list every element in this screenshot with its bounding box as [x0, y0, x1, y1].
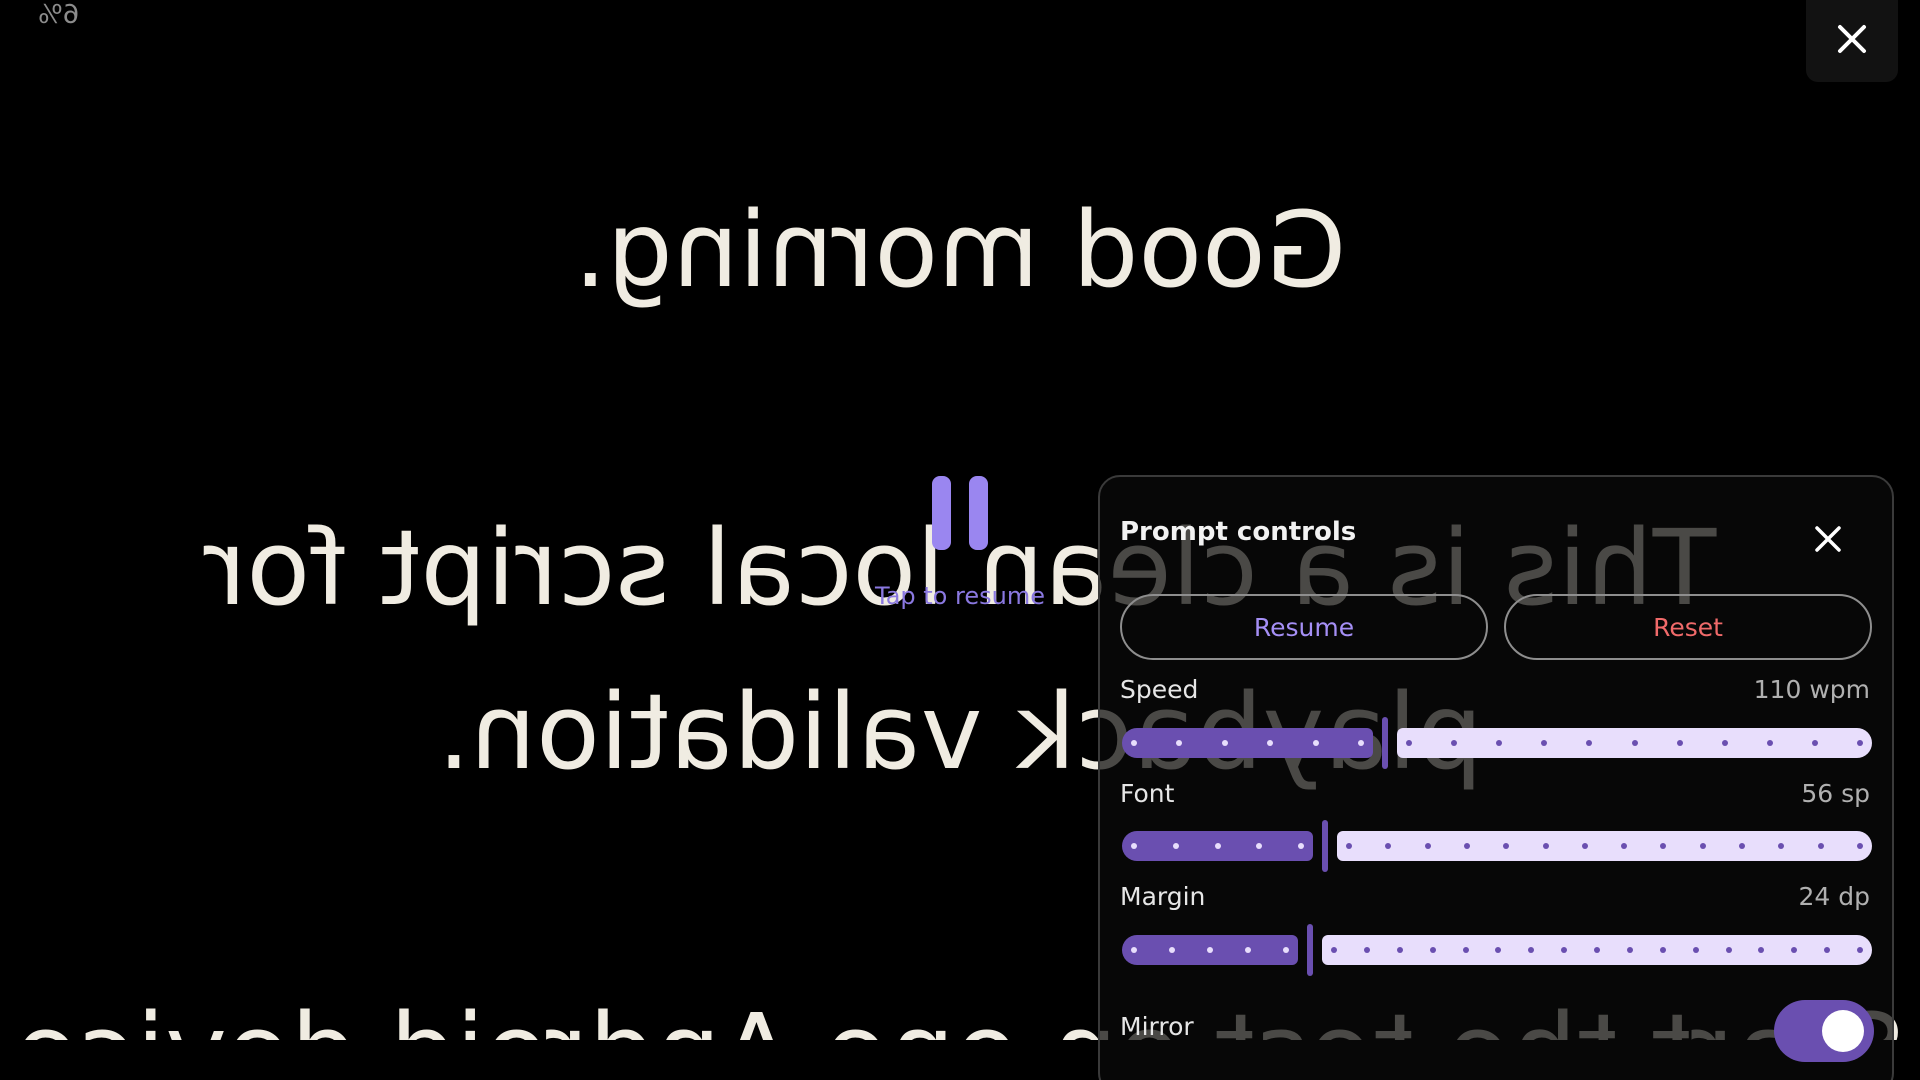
font-slider[interactable]	[1122, 820, 1872, 872]
slider-tick	[1676, 740, 1683, 746]
slider-tick	[1857, 947, 1863, 953]
mirror-toggle[interactable]	[1774, 1000, 1874, 1062]
slider-tick	[1811, 740, 1818, 746]
slider-tick	[1207, 947, 1213, 953]
tap-to-resume-hint[interactable]: Tap to resume	[870, 582, 1050, 610]
slider-active-track	[1122, 728, 1373, 758]
font-value: 56 sp	[1801, 779, 1870, 808]
slider-tick	[1358, 740, 1364, 746]
slider-tick	[1721, 740, 1728, 746]
slider-tick	[1621, 843, 1628, 849]
prompt-controls-panel: Prompt controls Resume Reset Speed 110 w…	[1098, 475, 1894, 1080]
slider-tick	[1451, 740, 1458, 746]
slider-tick	[1385, 843, 1392, 849]
panel-title: Prompt controls	[1120, 517, 1357, 547]
speed-value: 110 wpm	[1753, 675, 1870, 704]
slider-tick	[1283, 947, 1289, 953]
slider-active-track	[1122, 831, 1313, 861]
margin-value: 24 dp	[1798, 882, 1871, 911]
slider-thumb[interactable]	[1307, 924, 1313, 976]
slider-tick	[1221, 740, 1228, 746]
slider-tick	[1363, 947, 1370, 953]
slider-tick	[1176, 740, 1183, 746]
reset-button[interactable]: Reset	[1504, 594, 1872, 660]
slider-tick	[1256, 843, 1263, 849]
pause-bar	[932, 476, 951, 550]
slider-tick	[1172, 843, 1179, 849]
slider-tick	[1631, 740, 1638, 746]
pause-icon[interactable]	[932, 476, 988, 550]
slider-active-track	[1122, 935, 1298, 965]
slider-thumb[interactable]	[1382, 717, 1388, 769]
speed-label: Speed	[1120, 675, 1199, 704]
slider-tick	[1131, 843, 1137, 849]
slider-tick	[1758, 947, 1765, 953]
slider-tick	[1346, 843, 1352, 849]
slider-tick	[1245, 947, 1251, 953]
slider-tick	[1495, 947, 1502, 953]
slider-tick	[1424, 843, 1431, 849]
slider-tick	[1496, 740, 1503, 746]
slider-tick	[1817, 843, 1824, 849]
slider-inactive-track	[1397, 728, 1872, 758]
slider-tick	[1692, 947, 1699, 953]
slider-tick	[1581, 843, 1588, 849]
slider-tick	[1824, 947, 1831, 953]
slider-tick	[1660, 843, 1667, 849]
font-label: Font	[1120, 779, 1175, 808]
slider-tick	[1406, 740, 1412, 746]
slider-tick	[1542, 843, 1549, 849]
slider-tick	[1699, 843, 1706, 849]
teleprompter-screen[interactable]: Good morning. This is a clean local scri…	[0, 0, 1920, 1080]
script-line: Good morning.	[573, 189, 1347, 311]
slider-tick	[1528, 947, 1535, 953]
panel-close-button[interactable]	[1806, 519, 1850, 563]
margin-label: Margin	[1120, 882, 1206, 911]
slider-tick	[1429, 947, 1436, 953]
toggle-knob	[1822, 1010, 1864, 1052]
slider-tick	[1541, 740, 1548, 746]
slider-tick	[1396, 947, 1403, 953]
slider-tick	[1131, 740, 1137, 746]
slider-tick	[1298, 843, 1304, 849]
close-button[interactable]	[1806, 0, 1898, 82]
slider-tick	[1626, 947, 1633, 953]
slider-tick	[1463, 843, 1470, 849]
slider-tick	[1725, 947, 1732, 953]
margin-slider[interactable]	[1122, 924, 1872, 976]
slider-tick	[1462, 947, 1469, 953]
slider-tick	[1857, 843, 1863, 849]
slider-inactive-track	[1322, 935, 1872, 965]
slider-tick	[1791, 947, 1798, 953]
slider-tick	[1312, 740, 1319, 746]
slider-tick	[1857, 740, 1863, 746]
mirror-label: Mirror	[1120, 1012, 1194, 1041]
pause-bar	[969, 476, 988, 550]
slider-tick	[1586, 740, 1593, 746]
slider-tick	[1131, 947, 1137, 953]
close-icon	[1835, 22, 1869, 60]
slider-tick	[1214, 843, 1221, 849]
resume-button[interactable]: Resume	[1120, 594, 1488, 660]
progress-readout: 6%	[38, 0, 80, 30]
speed-slider[interactable]	[1122, 717, 1872, 769]
slider-tick	[1659, 947, 1666, 953]
slider-tick	[1561, 947, 1568, 953]
slider-tick	[1594, 947, 1600, 953]
slider-tick	[1778, 843, 1785, 849]
slider-tick	[1739, 843, 1746, 849]
slider-tick	[1766, 740, 1773, 746]
slider-tick	[1169, 947, 1175, 953]
slider-tick	[1267, 740, 1274, 746]
slider-thumb[interactable]	[1322, 820, 1328, 872]
slider-inactive-track	[1337, 831, 1872, 861]
close-icon	[1813, 524, 1843, 558]
slider-tick	[1503, 843, 1510, 849]
slider-tick	[1331, 947, 1337, 953]
